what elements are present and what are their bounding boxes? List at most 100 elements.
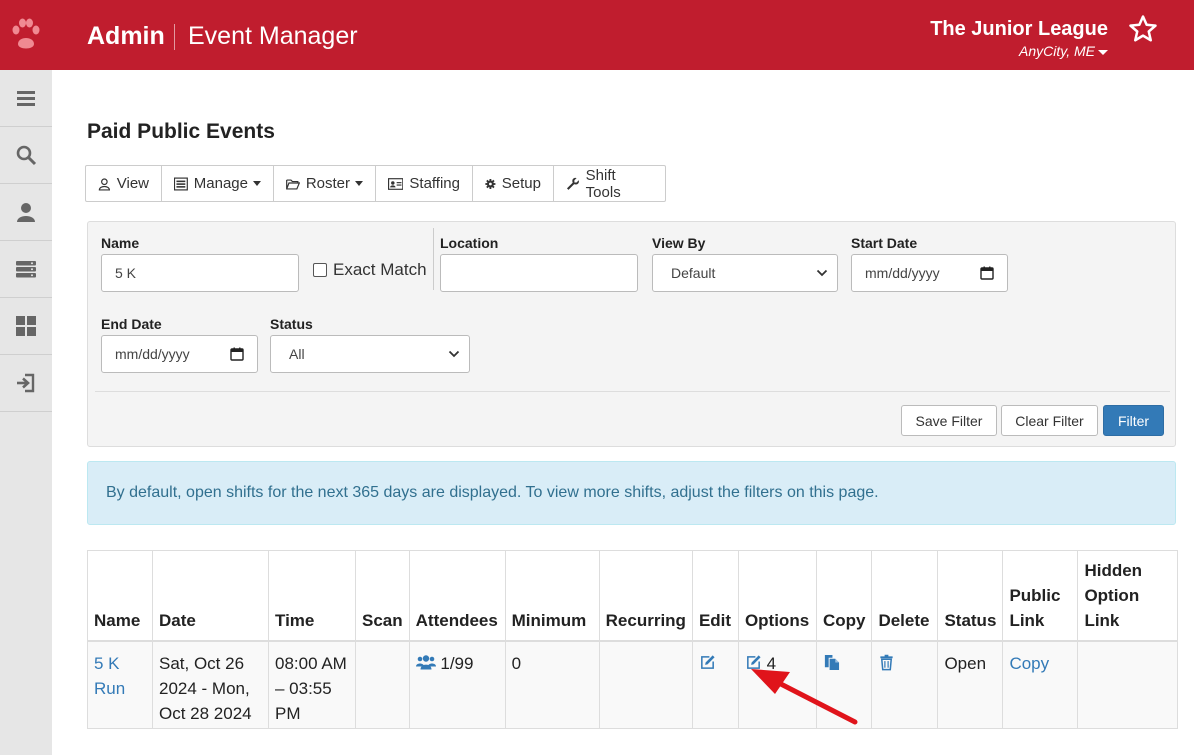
cell-name: 5 K Run	[87, 640, 153, 729]
chevron-down-icon	[448, 350, 460, 358]
date-line3: Oct 28 2024	[159, 703, 252, 723]
manage-dropdown[interactable]: Manage	[162, 166, 274, 201]
time-line3: PM	[275, 703, 301, 723]
org-city[interactable]: AnyCity, ME	[930, 43, 1108, 59]
save-filter-button[interactable]: Save Filter	[901, 405, 997, 436]
view-label: View	[116, 175, 149, 192]
staffing-button[interactable]: Staffing	[376, 166, 473, 201]
sidebar	[0, 70, 52, 755]
cell-attendees[interactable]: 1/99	[408, 640, 506, 729]
chevron-down-icon	[1098, 49, 1108, 55]
org-name: The Junior League	[930, 18, 1108, 40]
header-hidden-option-link: Hidden Option Link	[1077, 550, 1179, 642]
header-minimum[interactable]: Minimum	[504, 550, 600, 642]
cell-minimum: 0	[504, 640, 600, 729]
name-input[interactable]: 5 K	[101, 254, 299, 292]
filter-panel: Name 5 K Exact Match Location View By De…	[87, 221, 1176, 447]
user-icon	[17, 203, 35, 222]
folder-open-icon	[286, 178, 300, 190]
header-date[interactable]: Date	[152, 550, 269, 642]
table-header-row: Name Date Time Scan Attendees Minimum Re…	[87, 550, 1179, 642]
sidebar-item-menu[interactable]	[0, 70, 52, 127]
sidebar-item-server[interactable]	[0, 241, 52, 298]
main-content: Paid Public Events View Manage Roster St…	[52, 70, 1194, 755]
event-toolbar: View Manage Roster Staffing Setup Shift …	[85, 165, 666, 202]
roster-dropdown[interactable]: Roster	[274, 166, 376, 201]
shift-tools-label: Shift Tools	[585, 166, 621, 201]
status-label: Status	[270, 316, 313, 332]
cell-hidden-option-link	[1077, 640, 1179, 729]
checkbox-box[interactable]	[313, 263, 327, 277]
chevron-down-icon	[355, 181, 363, 186]
filter-label: Filter	[1117, 412, 1150, 429]
view-button[interactable]: View	[86, 166, 162, 201]
start-date-label: Start Date	[851, 235, 918, 251]
header-recurring: Recurring	[598, 550, 693, 642]
staffing-label: Staffing	[409, 175, 460, 192]
save-filter-label: Save Filter	[915, 412, 983, 429]
header-name[interactable]: Name	[87, 550, 153, 642]
cell-delete	[871, 640, 939, 729]
cell-recurring	[598, 640, 693, 729]
time-line1: 08:00 AM	[275, 653, 347, 673]
roster-label: Roster	[305, 175, 350, 192]
edit-icon[interactable]	[699, 654, 716, 671]
end-date-placeholder: mm/dd/yyyy	[115, 346, 190, 362]
users-icon	[415, 654, 436, 669]
dashboard-icon	[16, 316, 36, 336]
header-divider	[174, 24, 175, 50]
org-switcher[interactable]: The Junior League AnyCity, ME	[930, 18, 1108, 59]
location-input[interactable]	[440, 254, 638, 292]
setup-label: Setup	[501, 175, 541, 192]
copy-public-link[interactable]: Copy	[1009, 654, 1049, 673]
filter-divider	[433, 228, 434, 290]
cell-time: 08:00 AM – 03:55 PM	[268, 640, 356, 729]
header-hidden-line1: Hidden	[1084, 560, 1143, 580]
start-date-input[interactable]: mm/dd/yyyy	[851, 254, 1008, 292]
info-message: By default, open shifts for the next 365…	[106, 484, 879, 501]
search-icon	[16, 145, 37, 166]
sidebar-item-sign-in[interactable]	[0, 355, 52, 412]
paw-logo-icon[interactable]	[10, 16, 42, 54]
cell-edit	[691, 640, 739, 729]
chevron-down-icon	[253, 181, 261, 186]
clear-filter-label: Clear Filter	[1015, 412, 1084, 429]
list-box-icon	[174, 177, 188, 190]
manage-label: Manage	[193, 175, 248, 192]
shift-tools-button[interactable]: Shift Tools	[554, 166, 665, 201]
time-line2: – 03:55	[275, 678, 332, 698]
filter-button[interactable]: Filter	[1103, 405, 1164, 436]
org-city-label: AnyCity, ME	[1019, 43, 1095, 59]
admin-brand[interactable]: Admin	[87, 22, 165, 51]
trash-icon[interactable]	[878, 654, 895, 671]
status-value: All	[289, 346, 305, 362]
view-by-select[interactable]: Default	[652, 254, 838, 292]
sidebar-item-dashboard[interactable]	[0, 298, 52, 355]
page-title: Paid Public Events	[87, 120, 275, 143]
header-public-link-line2: Link	[1009, 610, 1045, 630]
header-time[interactable]: Time	[268, 550, 356, 642]
wrench-icon	[566, 177, 579, 190]
star-icon[interactable]	[1128, 14, 1158, 44]
header-status[interactable]: Status	[937, 550, 1004, 642]
calendar-icon[interactable]	[980, 266, 994, 280]
status-select[interactable]: All	[270, 335, 470, 373]
calendar-icon[interactable]	[230, 347, 244, 361]
event-name-link[interactable]: 5 K Run	[94, 654, 125, 698]
status-text: Open	[944, 653, 987, 673]
name-value: 5 K	[115, 265, 137, 281]
location-label: Location	[440, 235, 499, 251]
end-date-input[interactable]: mm/dd/yyyy	[101, 335, 258, 373]
sidebar-item-user[interactable]	[0, 184, 52, 241]
sidebar-item-search[interactable]	[0, 127, 52, 184]
table-row: 5 K Run Sat, Oct 26 2024 - Mon, Oct 28 2024…	[87, 640, 1179, 729]
exact-match-checkbox[interactable]: Exact Match	[313, 260, 427, 280]
cell-status: Open	[937, 640, 1004, 729]
header-attendees[interactable]: Attendees	[408, 550, 506, 642]
header-copy: Copy	[815, 550, 873, 642]
minimum-value: 0	[511, 653, 522, 673]
clear-filter-button[interactable]: Clear Filter	[1001, 405, 1098, 436]
setup-button[interactable]: Setup	[473, 166, 554, 201]
attendees-count: 1/99	[440, 653, 474, 673]
filter-separator	[95, 391, 1170, 392]
